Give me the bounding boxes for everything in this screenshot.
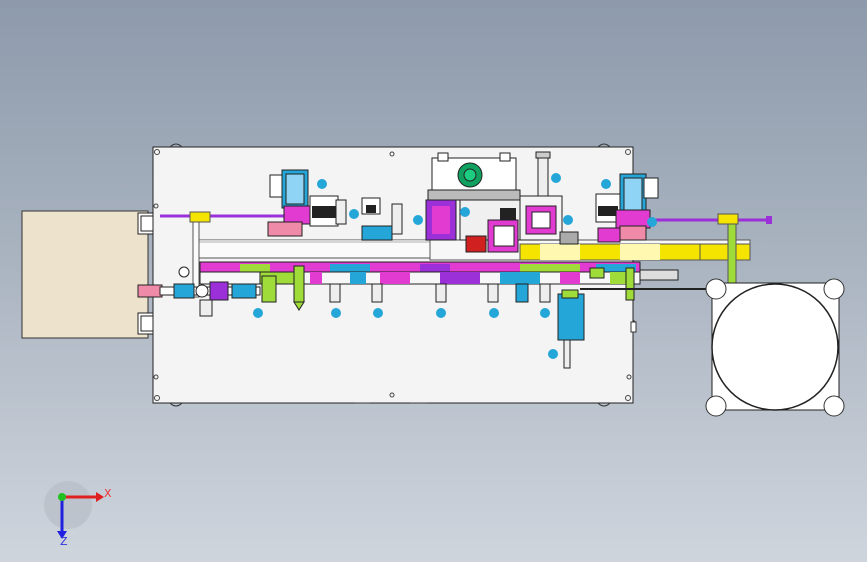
triad-x-label: X [104,487,112,500]
triad-z-label: Z [60,535,68,548]
orientation-triad: X Z [44,481,112,548]
vibratory-bowl [705,278,845,417]
cad-viewport[interactable]: X Z [0,0,867,562]
left-enclosure-box [21,210,159,339]
right-valve-assembly [595,173,659,243]
